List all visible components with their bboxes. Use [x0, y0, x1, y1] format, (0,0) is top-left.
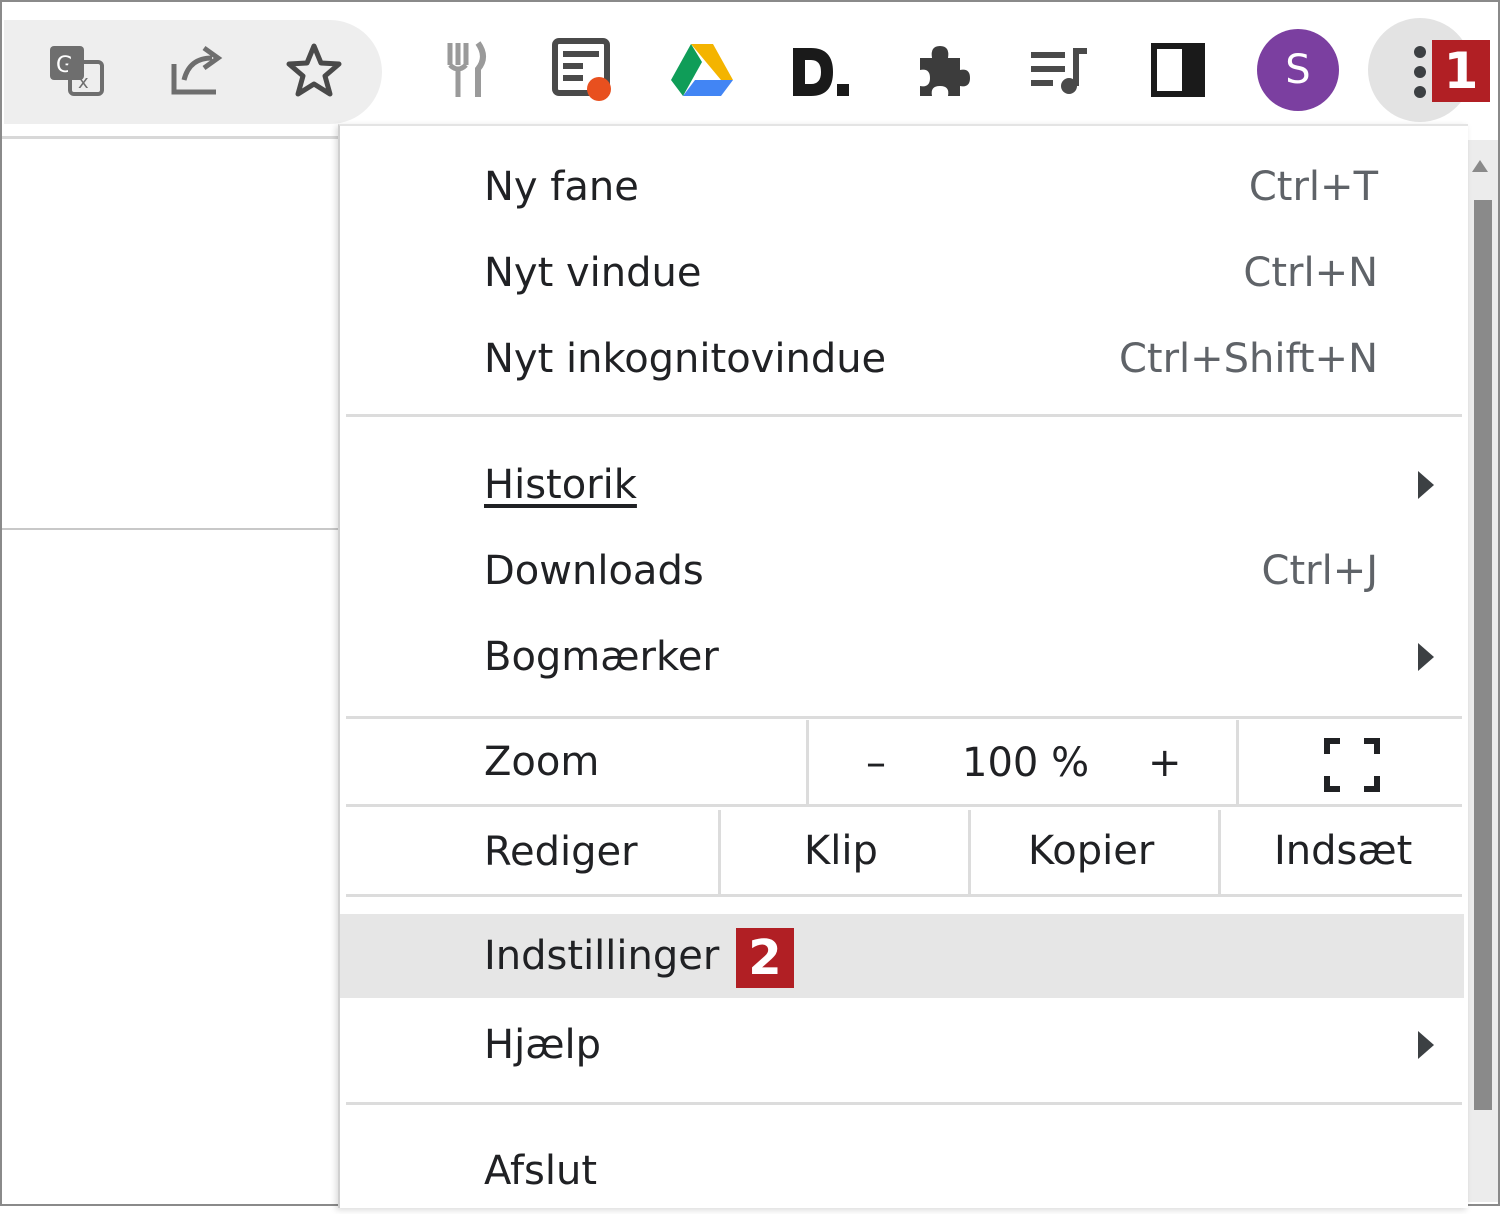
zoom-divider	[806, 720, 809, 804]
submenu-arrow-icon	[1418, 643, 1434, 671]
menu-separator	[346, 414, 1462, 417]
menu-item-label: Hjælp	[484, 1022, 601, 1068]
menu-separator	[346, 716, 1462, 719]
paste-button[interactable]: Indsæt	[1274, 828, 1412, 874]
menu-item-shortcut: Ctrl+N	[1243, 250, 1378, 296]
menu-item-shortcut: Ctrl+Shift+N	[1118, 336, 1378, 382]
chrome-menu: Ny fane Ctrl+T Nyt vindue Ctrl+N Nyt ink…	[338, 124, 1468, 1208]
zoom-in-button[interactable]: +	[1148, 740, 1182, 786]
menu-item-label: Downloads	[484, 548, 704, 594]
menu-item-downloads[interactable]: Downloads Ctrl+J	[340, 528, 1464, 614]
menu-item-shortcut: Ctrl+T	[1248, 164, 1378, 210]
svg-text:x: x	[78, 72, 89, 93]
menu-item-incognito-window[interactable]: Nyt inkognitovindue Ctrl+Shift+N	[340, 316, 1464, 402]
profile-avatar[interactable]: S	[1257, 29, 1339, 111]
zoom-label: Zoom	[484, 739, 600, 785]
submenu-arrow-icon	[1418, 471, 1434, 499]
zoom-divider	[1236, 720, 1239, 804]
menu-item-help[interactable]: Hjælp	[340, 1002, 1464, 1088]
menu-separator	[346, 804, 1462, 807]
restaurant-icon[interactable]	[424, 30, 504, 110]
page-divider	[2, 528, 338, 530]
menu-item-label: Bogmærker	[484, 634, 719, 680]
bookmark-star-icon[interactable]	[274, 30, 354, 110]
menu-item-label: Nyt inkognitovindue	[484, 336, 887, 382]
step-badge-1: 1	[1432, 40, 1490, 102]
edit-divider	[718, 810, 721, 894]
puzzle-extensions-icon[interactable]	[900, 30, 980, 110]
menu-separator	[346, 1102, 1462, 1105]
google-drive-icon[interactable]	[662, 30, 742, 110]
menu-item-history[interactable]: Historik	[340, 442, 1464, 528]
edit-divider	[1218, 810, 1221, 894]
zoom-level: 100 %	[962, 740, 1090, 786]
zoom-out-button[interactable]: –	[866, 740, 886, 786]
side-panel-icon[interactable]	[1138, 30, 1218, 110]
menu-item-label: Historik	[484, 462, 637, 508]
translate-icon[interactable]: Gx	[36, 30, 116, 110]
menu-item-label: Nyt vindue	[484, 250, 702, 296]
menu-item-settings[interactable]: Indstillinger	[340, 914, 1464, 998]
menu-item-shortcut: Ctrl+J	[1261, 548, 1378, 594]
toolbar-divider	[2, 136, 342, 139]
share-icon[interactable]	[156, 30, 236, 110]
menu-item-bookmarks[interactable]: Bogmærker	[340, 614, 1464, 700]
kebab-menu-icon[interactable]	[1409, 44, 1431, 100]
menu-item-new-window[interactable]: Nyt vindue Ctrl+N	[340, 230, 1464, 316]
menu-item-label: Indstillinger	[484, 933, 720, 979]
copy-button[interactable]: Kopier	[1028, 828, 1154, 874]
extension-news-icon[interactable]	[542, 28, 622, 108]
d-logo-icon[interactable]	[780, 30, 860, 110]
scrollbar-thumb[interactable]	[1474, 200, 1492, 1110]
menu-item-exit[interactable]: Afslut	[340, 1128, 1464, 1214]
cut-button[interactable]: Klip	[804, 828, 878, 874]
media-queue-icon[interactable]	[1018, 30, 1098, 110]
fullscreen-icon[interactable]	[1324, 738, 1380, 792]
menu-item-label: Ny fane	[484, 164, 639, 210]
step-badge-2: 2	[736, 928, 794, 988]
scroll-up-icon[interactable]	[1472, 160, 1488, 172]
edit-label: Rediger	[484, 829, 638, 875]
menu-item-label: Afslut	[484, 1148, 598, 1194]
submenu-arrow-icon	[1418, 1031, 1434, 1059]
menu-item-new-tab[interactable]: Ny fane Ctrl+T	[340, 144, 1464, 230]
edit-divider	[968, 810, 971, 894]
menu-separator	[346, 894, 1462, 897]
zoom-row: Zoom	[340, 720, 1464, 804]
